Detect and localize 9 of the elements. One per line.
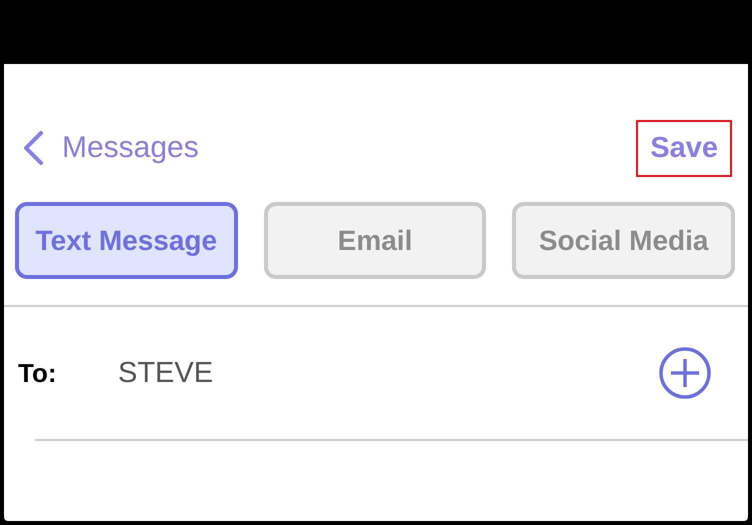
add-contact-button[interactable] — [658, 346, 712, 400]
recipient-field[interactable]: STEVE — [118, 356, 658, 390]
chevron-left-icon — [22, 130, 44, 166]
save-button[interactable]: Save — [636, 120, 732, 176]
tab[interactable]: Email — [264, 202, 486, 279]
tab[interactable]: Social Media — [512, 202, 736, 279]
back-button[interactable]: Messages — [22, 130, 199, 166]
to-label: To: — [18, 358, 58, 388]
tab[interactable]: Text Message — [15, 202, 238, 279]
